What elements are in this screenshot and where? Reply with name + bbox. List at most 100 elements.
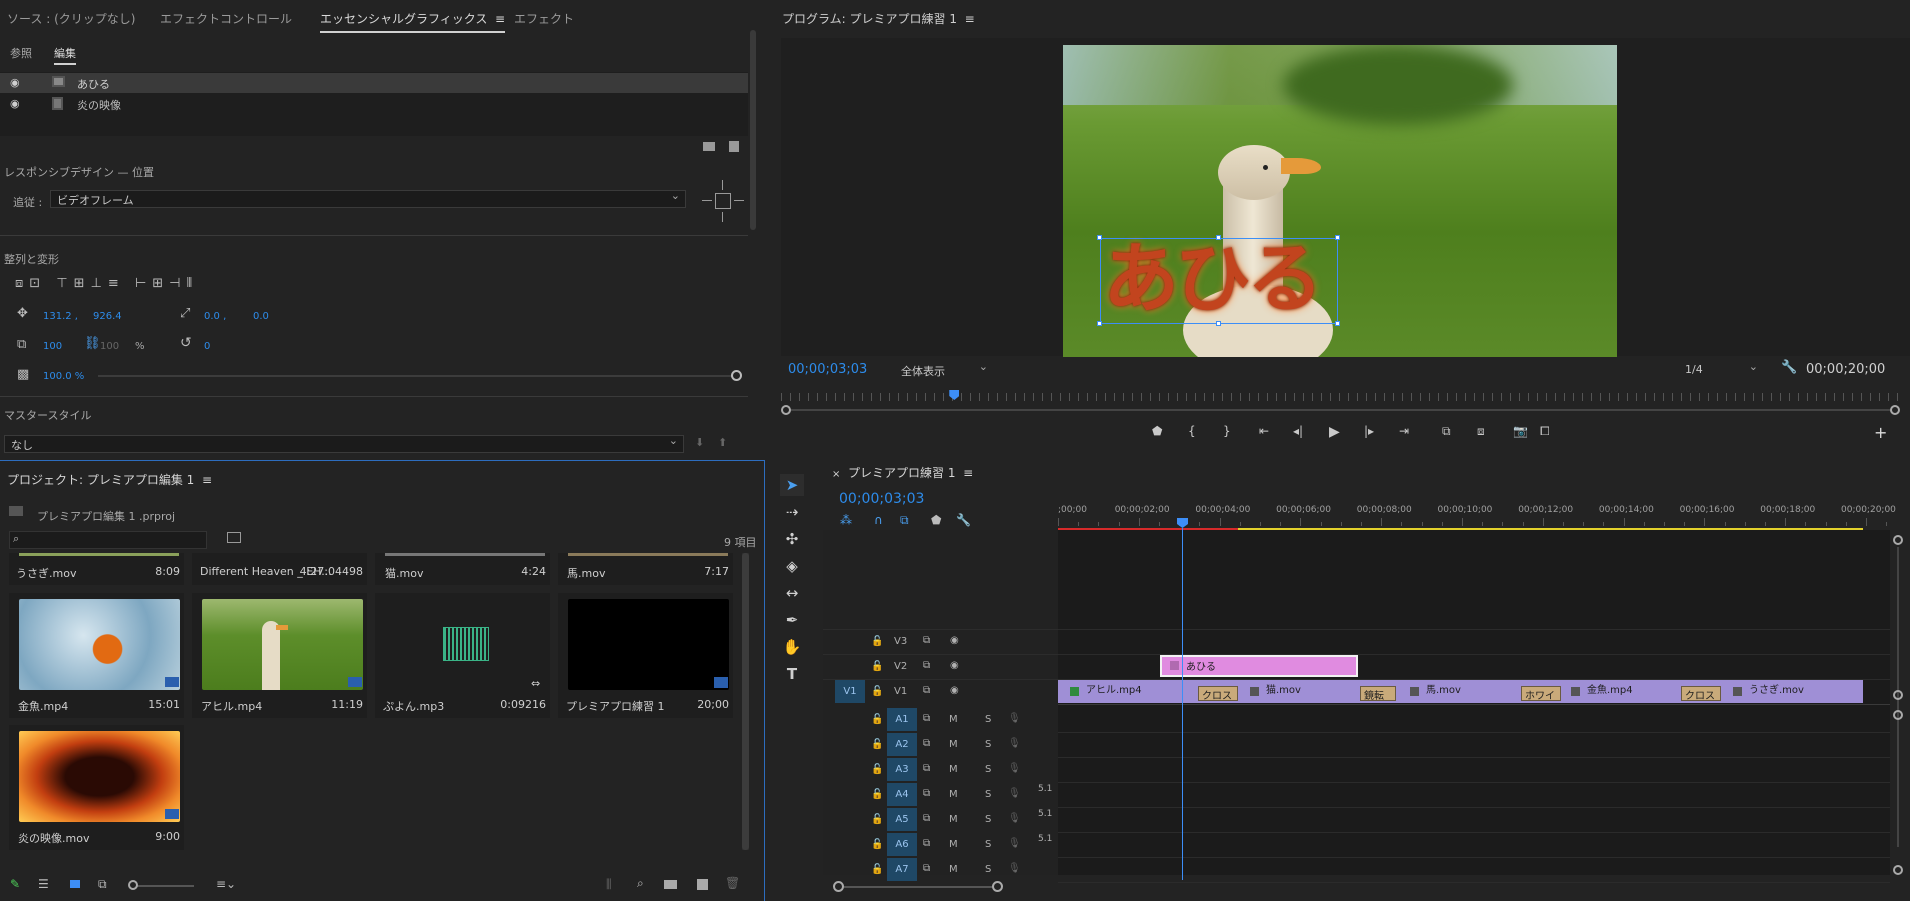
- follow-dropdown[interactable]: ビデオフレーム: [50, 189, 686, 208]
- solo-button[interactable]: S: [985, 714, 991, 725]
- fit-dropdown[interactable]: 全体表示: [894, 360, 994, 379]
- play-icon[interactable]: ▶: [1329, 424, 1340, 440]
- track-target-a1[interactable]: A1: [887, 708, 917, 731]
- sync-lock-icon[interactable]: ⧉: [923, 738, 930, 749]
- sync-lock-icon[interactable]: ⧉: [923, 763, 930, 774]
- lock-icon[interactable]: 🔓: [871, 789, 883, 800]
- go-to-out-icon[interactable]: ⇥: [1399, 424, 1409, 438]
- step-forward-icon[interactable]: |▸: [1364, 424, 1374, 438]
- track-target-a4[interactable]: A4: [887, 783, 917, 806]
- track-target-a7[interactable]: A7: [887, 858, 917, 881]
- button-editor-plus-icon[interactable]: +: [1874, 423, 1887, 442]
- settings-wrench-icon[interactable]: 🔧: [956, 513, 971, 527]
- snap-icon[interactable]: ∩: [874, 513, 883, 527]
- playhead-timecode[interactable]: 00;00;03;03: [788, 362, 867, 377]
- razor-tool-icon[interactable]: ◈: [780, 555, 804, 577]
- mic-icon[interactable]: 🎙: [1008, 863, 1021, 874]
- video-frame[interactable]: あひる: [1063, 45, 1617, 357]
- align-hcenter-icon[interactable]: ⊞: [152, 276, 169, 291]
- eye-icon[interactable]: ◉: [950, 660, 959, 671]
- new-layer-icon[interactable]: [729, 141, 739, 152]
- tab-source[interactable]: ソース : (クリップなし): [7, 10, 135, 27]
- lock-icon[interactable]: 🔓: [871, 839, 883, 850]
- slip-tool-icon[interactable]: ↔: [780, 582, 804, 604]
- freeform-view-icon[interactable]: ⧉: [98, 877, 107, 892]
- lock-icon[interactable]: 🔓: [871, 814, 883, 825]
- bin-item[interactable]: うさぎ.mov 8:09: [9, 553, 184, 585]
- track-target-a6[interactable]: A6: [887, 833, 917, 856]
- new-group-icon[interactable]: [703, 142, 715, 151]
- nest-icon[interactable]: ⁂: [840, 513, 852, 527]
- zoom-handle-left[interactable]: [781, 405, 791, 415]
- tab-effect-controls[interactable]: エフェクトコントロール: [160, 10, 292, 27]
- mute-button[interactable]: M: [949, 814, 958, 825]
- bin-item[interactable]: Different Heaven _ EH... 4:27:04498: [192, 553, 367, 585]
- project-scrollbar[interactable]: [742, 553, 749, 850]
- hand-tool-icon[interactable]: ✋: [780, 636, 804, 658]
- align-to-selection-icon[interactable]: ⊡: [29, 276, 46, 291]
- anchor-x[interactable]: 0.0 ,: [204, 311, 226, 322]
- mic-icon[interactable]: 🎙: [1008, 713, 1021, 724]
- title-handle[interactable]: [1335, 321, 1340, 326]
- solo-button[interactable]: S: [985, 814, 991, 825]
- selection-tool-icon[interactable]: ➤: [780, 474, 804, 496]
- zoom-handle-right[interactable]: [1890, 405, 1900, 415]
- mic-icon[interactable]: 🎙: [1008, 738, 1021, 749]
- mute-button[interactable]: M: [949, 714, 958, 725]
- mute-button[interactable]: M: [949, 864, 958, 875]
- master-style-dropdown[interactable]: なし: [4, 434, 684, 453]
- title-handle[interactable]: [1335, 235, 1340, 240]
- lock-icon[interactable]: 🔓: [871, 739, 883, 750]
- anchor-y[interactable]: 0.0: [253, 311, 269, 322]
- layer-row-video[interactable]: ◉ 炎の映像: [0, 94, 748, 114]
- bin-item[interactable]: アヒル.mp4 11:19: [192, 593, 367, 718]
- track-target-a5[interactable]: A5: [887, 808, 917, 831]
- mute-button[interactable]: M: [949, 739, 958, 750]
- timeline-timecode[interactable]: 00;00;03;03: [839, 491, 924, 507]
- subtab-edit[interactable]: 編集: [54, 45, 76, 65]
- mark-out-icon[interactable]: }: [1223, 424, 1231, 438]
- solo-button[interactable]: S: [985, 764, 991, 775]
- panel-menu-icon[interactable]: ≡: [491, 12, 505, 26]
- eg-scrollbar[interactable]: [750, 30, 756, 230]
- lift-icon[interactable]: ⧉: [1442, 424, 1451, 439]
- transition[interactable]: クロス: [1681, 686, 1721, 702]
- source-patch-v1[interactable]: V1: [835, 680, 865, 703]
- mute-button[interactable]: M: [949, 764, 958, 775]
- sync-lock-icon[interactable]: ⧉: [923, 788, 930, 799]
- sync-lock-icon[interactable]: ⧉: [923, 635, 930, 646]
- tab-essential-graphics[interactable]: エッセンシャルグラフィックス ≡: [320, 10, 506, 33]
- sync-lock-icon[interactable]: ⧉: [923, 838, 930, 849]
- track-target-a2[interactable]: A2: [887, 733, 917, 756]
- sort-icon[interactable]: ≡⌄: [216, 877, 236, 891]
- align-to-frame-icon[interactable]: ⧈: [15, 276, 29, 291]
- track-select-tool-icon[interactable]: ⇢: [780, 501, 804, 523]
- lock-icon[interactable]: 🔓: [871, 864, 883, 875]
- mic-icon[interactable]: 🎙: [1008, 838, 1021, 849]
- opacity-value[interactable]: 100.0 %: [43, 371, 84, 382]
- bin-item[interactable]: 炎の映像.mov 9:00: [9, 725, 184, 850]
- sync-lock-icon[interactable]: ⧉: [923, 863, 930, 874]
- eye-icon[interactable]: ◉: [950, 685, 959, 696]
- distribute-h-icon[interactable]: ⦀: [187, 276, 199, 291]
- scale-width[interactable]: 100: [43, 341, 62, 352]
- panel-menu-icon[interactable]: ≡: [959, 466, 973, 480]
- opacity-slider[interactable]: [98, 375, 738, 377]
- automate-to-sequence-icon[interactable]: ⫼: [606, 877, 612, 892]
- align-left-icon[interactable]: ⊢: [135, 276, 152, 291]
- solo-button[interactable]: S: [985, 864, 991, 875]
- thumbnail-size-slider[interactable]: [132, 885, 194, 887]
- bin-item[interactable]: 猫.mov 4:24: [375, 553, 550, 585]
- time-ruler[interactable]: [781, 393, 1899, 401]
- title-handle[interactable]: [1097, 321, 1102, 326]
- step-back-icon[interactable]: ◂|: [1293, 424, 1303, 438]
- position-y[interactable]: 926.4: [93, 311, 122, 322]
- transition[interactable]: ホワイ: [1521, 686, 1561, 702]
- tab-effects[interactable]: エフェクト: [514, 10, 574, 27]
- add-marker-icon[interactable]: ⬟: [1152, 424, 1162, 438]
- link-icon[interactable]: ⛓: [84, 336, 101, 351]
- new-bin-icon[interactable]: [664, 880, 677, 889]
- align-bottom-icon[interactable]: ⊥: [91, 276, 108, 291]
- lock-icon[interactable]: 🔓: [871, 636, 883, 647]
- bin-item[interactable]: ⇔ ぷよん.mp3 0:09216: [375, 593, 550, 718]
